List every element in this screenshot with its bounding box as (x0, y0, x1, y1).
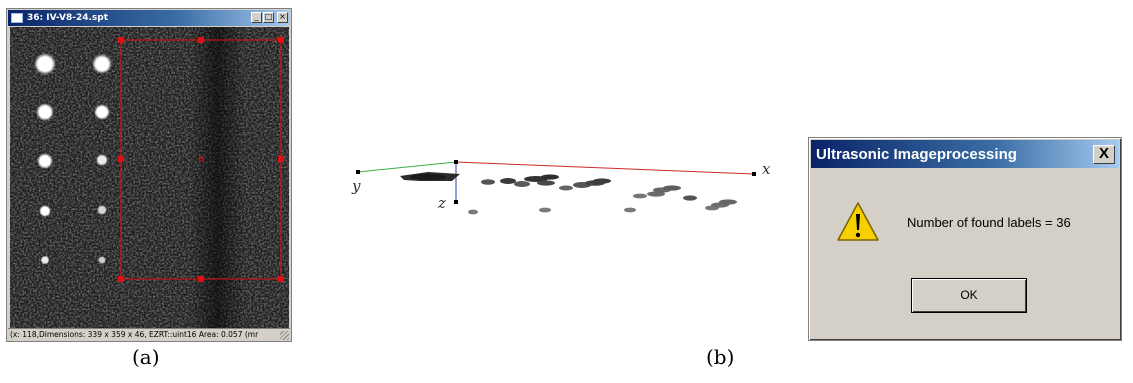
label-3d-plot: x y z (351, 160, 771, 215)
caption-buttons: _ □ × (251, 12, 288, 23)
viewer-title: 36: IV-V8-24.spt (27, 13, 109, 23)
message-box: Ultrasonic Imageprocessing X Number of f… (808, 137, 1122, 341)
message-box-close-button[interactable]: X (1093, 145, 1115, 164)
message-box-titlebar[interactable]: Ultrasonic Imageprocessing X (811, 140, 1119, 168)
ultrasonic-image (10, 27, 289, 328)
viewer-statusbar: (x: 118,Dimensions: 339 x 359 x 46, EZRT… (8, 328, 290, 341)
y-axis-line (357, 161, 457, 173)
close-button[interactable]: × (277, 12, 288, 23)
y-axis-label: y (351, 177, 361, 195)
image-canvas[interactable] (10, 27, 289, 328)
ok-button[interactable]: OK (911, 278, 1027, 313)
message-text: Number of found labels = 36 (907, 215, 1071, 230)
warning-icon (837, 202, 879, 241)
minimize-button[interactable]: _ (251, 12, 262, 23)
status-text: (x: 118,Dimensions: 339 x 359 x 46, EZRT… (10, 330, 259, 339)
viewer-titlebar[interactable]: 36: IV-V8-24.spt _ □ × (8, 10, 290, 26)
x-axis-label: x (762, 160, 771, 178)
z-axis-label: z (437, 194, 446, 212)
found-labels (400, 172, 737, 215)
caption-a: (a) (132, 345, 160, 369)
caption-b: (b) (706, 345, 735, 369)
x-axis-line (455, 161, 755, 175)
resize-grip-icon[interactable] (280, 331, 289, 340)
image-viewer-window: 36: IV-V8-24.spt _ □ × (x: 118,Dimension… (6, 8, 292, 342)
maximize-button[interactable]: □ (263, 12, 274, 23)
app-icon (11, 13, 23, 23)
message-box-title: Ultrasonic Imageprocessing (816, 145, 1017, 163)
